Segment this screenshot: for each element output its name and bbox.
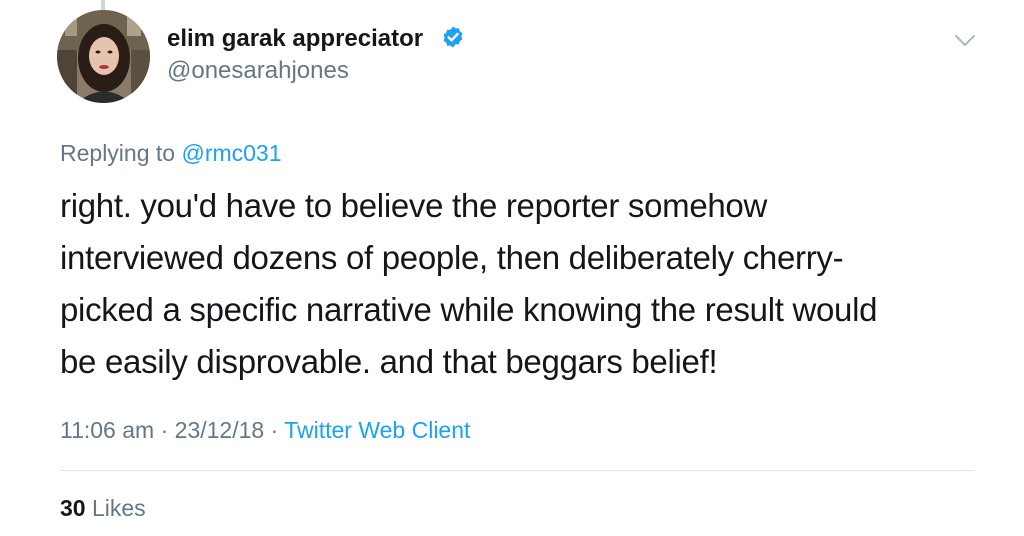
author-handle[interactable]: @onesarahjones	[167, 57, 349, 85]
likes-label: Likes	[91, 495, 146, 521]
client-link[interactable]: Twitter Web Client	[284, 417, 470, 443]
tweet-body-line: interviewed dozens of people, then delib…	[60, 239, 844, 276]
likes-stat[interactable]: 30 Likes	[60, 495, 146, 522]
tweet-time[interactable]: 11:06 am	[60, 417, 154, 443]
avatar[interactable]	[57, 10, 150, 103]
replying-to-label: Replying to	[60, 140, 182, 166]
replying-to-line: Replying to @rmc031	[60, 140, 282, 167]
chevron-down-icon[interactable]	[954, 34, 976, 48]
reply-mention-link[interactable]: @rmc031	[181, 140, 281, 166]
meta-separator: ·	[264, 417, 285, 443]
meta-separator: ·	[154, 417, 175, 443]
likes-count: 30	[60, 495, 86, 521]
tweet-body-line: be easily disprovable. and that beggars …	[60, 343, 718, 380]
thread-connector-line	[101, 0, 105, 10]
verified-badge-icon	[443, 26, 463, 48]
tweet-body-line: picked a specific narrative while knowin…	[60, 291, 878, 328]
divider	[60, 470, 974, 471]
tweet: elim garak appreciator @onesarahjones Re…	[0, 0, 1024, 536]
tweet-body: right. you'd have to believe the reporte…	[60, 180, 990, 388]
author-display-name[interactable]: elim garak appreciator	[167, 25, 423, 53]
tweet-metadata: 11:06 am · 23/12/18 · Twitter Web Client	[60, 417, 470, 444]
tweet-body-line: right. you'd have to believe the reporte…	[60, 187, 768, 224]
tweet-date[interactable]: 23/12/18	[175, 417, 265, 443]
